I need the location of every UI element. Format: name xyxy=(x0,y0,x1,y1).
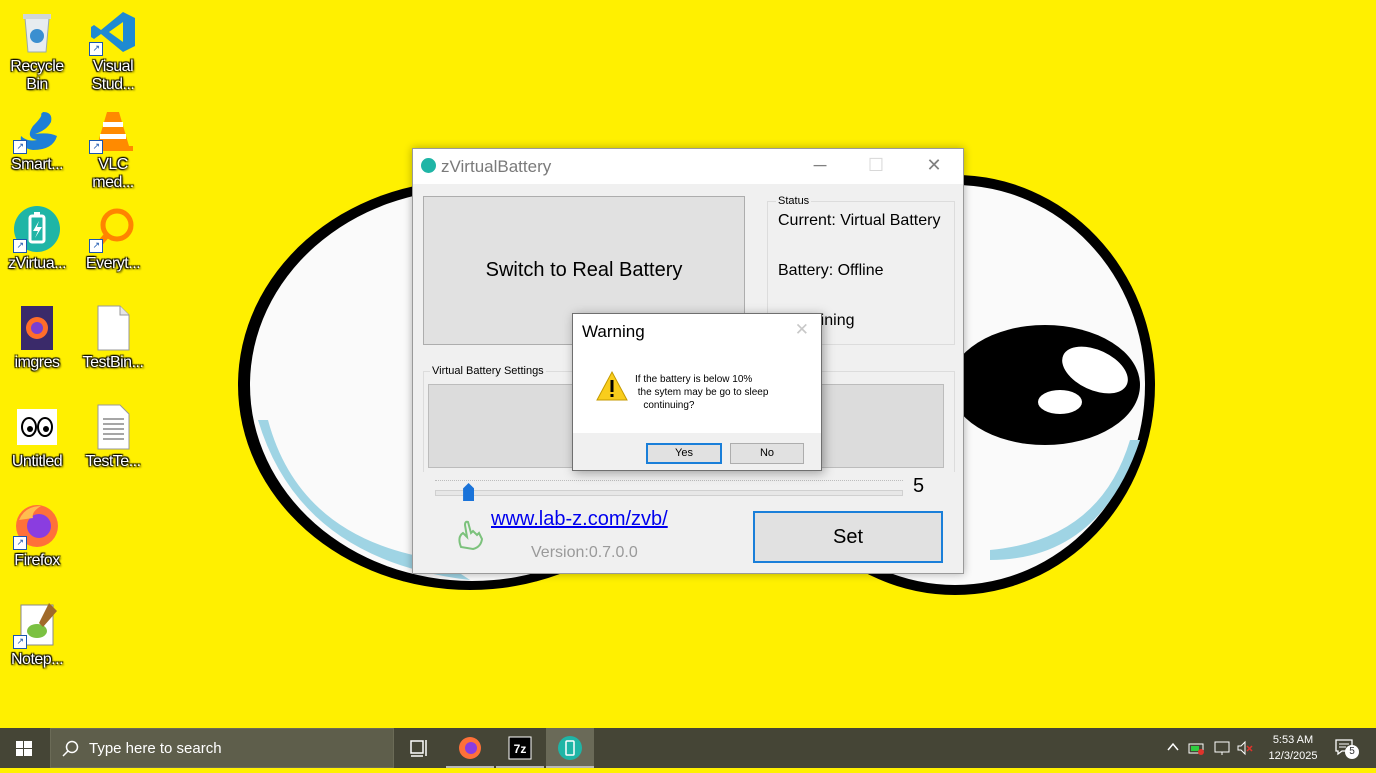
no-button[interactable]: No xyxy=(730,443,804,464)
dialog-message: If the battery is below 10% the sytem ma… xyxy=(635,374,769,411)
shortcut-arrow-icon: ↗ xyxy=(89,42,103,56)
switch-button-label: Switch to Real Battery xyxy=(485,259,683,281)
shortcut-arrow-icon: ↗ xyxy=(13,140,27,154)
slider-ticks xyxy=(435,480,903,482)
status-legend: Status xyxy=(776,195,812,207)
text-file-icon xyxy=(89,403,137,451)
desktop-icon-label: zVirtua... xyxy=(8,255,66,272)
desktop-icon-everything[interactable]: ↗ Everyt... xyxy=(78,205,148,273)
maximize-button[interactable]: ☐ xyxy=(853,149,899,184)
desktop-icon-label: TestTe... xyxy=(85,453,141,470)
set-button-label: Set xyxy=(832,525,864,548)
blank-file-icon xyxy=(89,304,137,352)
desktop-icon-label: Smart... xyxy=(10,156,64,173)
slider-thumb[interactable] xyxy=(463,483,475,501)
shortcut-arrow-icon: ↗ xyxy=(89,140,103,154)
battery-icon[interactable] xyxy=(1188,740,1206,756)
desktop-icon-smart[interactable]: ↗ Smart... xyxy=(2,106,72,174)
recycle-bin-icon xyxy=(13,8,61,56)
search-placeholder: Type here to search xyxy=(89,740,222,757)
volume-muted-icon[interactable] xyxy=(1236,740,1254,756)
shortcut-arrow-icon: ↗ xyxy=(13,239,27,253)
zvirtualbattery-icon xyxy=(558,736,582,760)
desktop-icon-label: Everyt... xyxy=(85,255,141,272)
status-current: Current: Virtual Battery xyxy=(778,212,941,229)
taskbar: Type here to search 7z 5:53 AM 12/3/2025… xyxy=(0,728,1376,768)
network-icon[interactable] xyxy=(1213,740,1231,756)
desktop-icon-imgres[interactable]: imgres xyxy=(2,304,72,372)
version-label: Version:0.7.0.0 xyxy=(531,544,638,561)
desktop-icon-firefox[interactable]: ↗ Firefox xyxy=(2,502,72,570)
battery-level-slider[interactable] xyxy=(435,490,903,496)
window-title: zVirtualBattery xyxy=(441,157,552,176)
desktop-icon-label: imgres xyxy=(14,354,60,371)
desktop-icon-notepad-plus[interactable]: ↗ Notep... xyxy=(2,601,72,669)
notification-count-badge: 5 xyxy=(1345,745,1359,759)
shortcut-arrow-icon: ↗ xyxy=(13,536,27,550)
windows-logo-icon xyxy=(16,741,32,756)
desktop-icon-label: Visual Stud... xyxy=(91,58,135,93)
desktop-icon-label: TestBin... xyxy=(82,354,144,371)
minimize-button[interactable]: ─ xyxy=(797,149,843,184)
desktop-icon-testbin[interactable]: TestBin... xyxy=(78,304,148,372)
hand-pointer-icon xyxy=(453,517,487,551)
desktop-icon-label: Recycle Bin xyxy=(10,58,64,93)
desktop-icon-label: Notep... xyxy=(10,651,64,668)
settings-legend: Virtual Battery Settings xyxy=(430,365,546,377)
taskbar-7zip[interactable]: 7z xyxy=(496,728,544,768)
desktop-icon-untitled[interactable]: Untitled xyxy=(2,403,72,471)
desktop-icon-testtext[interactable]: TestTe... xyxy=(78,403,148,471)
swan-icon: ↗ xyxy=(13,106,61,154)
firefox-icon: ↗ xyxy=(13,502,61,550)
everything-search-icon: ↗ xyxy=(89,205,137,253)
zvirtualbattery-icon: ↗ xyxy=(13,205,61,253)
taskbar-zvirtualbattery[interactable] xyxy=(546,728,594,768)
slider-value: 5 xyxy=(913,475,925,497)
yes-button[interactable]: Yes xyxy=(646,443,722,464)
desktop-icon-label: Firefox xyxy=(14,552,60,569)
taskbar-firefox[interactable] xyxy=(446,728,494,768)
app-icon xyxy=(421,158,436,173)
clock-time: 5:53 AM xyxy=(1272,734,1314,746)
search-box[interactable]: Type here to search xyxy=(50,728,394,768)
close-button[interactable]: ✕ xyxy=(911,149,957,184)
dialog-close-button[interactable]: ✕ xyxy=(795,320,809,340)
warning-dialog: Warning ✕ If the battery is below 10% th… xyxy=(572,313,822,471)
window-titlebar[interactable]: zVirtualBattery ─ ☐ ✕ xyxy=(413,149,963,184)
dialog-title: Warning xyxy=(582,322,645,341)
vlc-cone-icon: ↗ xyxy=(89,106,137,154)
firefox-file-icon xyxy=(13,304,61,352)
clock-date: 12/3/2025 xyxy=(1268,750,1318,762)
firefox-icon xyxy=(459,737,481,759)
task-view-button[interactable] xyxy=(396,728,444,768)
shortcut-arrow-icon: ↗ xyxy=(13,635,27,649)
desktop-icon-visual-studio[interactable]: ↗ Visual Stud... xyxy=(78,8,148,94)
vscode-icon: ↗ xyxy=(89,8,137,56)
search-icon xyxy=(62,740,79,757)
notepad-plus-icon: ↗ xyxy=(13,601,61,649)
clock[interactable]: 5:53 AM 12/3/2025 xyxy=(1262,732,1324,764)
dialog-button-bar: Yes No xyxy=(573,433,821,470)
desktop-icon-recycle-bin[interactable]: Recycle Bin xyxy=(2,8,72,94)
status-battery: Battery: Offline xyxy=(778,262,884,279)
desktop-icon-vlc[interactable]: ↗ VLC med... xyxy=(78,106,148,192)
website-link[interactable]: www.lab-z.com/zvb/ xyxy=(491,508,668,531)
7zip-icon: 7z xyxy=(508,736,532,760)
warning-icon xyxy=(595,370,629,402)
desktop-icon-zvirtualbattery[interactable]: ↗ zVirtua... xyxy=(2,205,72,273)
shortcut-arrow-icon: ↗ xyxy=(89,239,103,253)
task-view-icon xyxy=(410,740,427,757)
desktop-icon-label: VLC med... xyxy=(92,156,134,191)
desktop-icon-label: Untitled xyxy=(11,453,63,470)
start-button[interactable] xyxy=(0,728,48,768)
set-button[interactable]: Set xyxy=(753,511,943,563)
svg-text:7z: 7z xyxy=(514,742,527,756)
eyes-image-icon xyxy=(13,403,61,451)
chevron-up-icon[interactable] xyxy=(1166,740,1180,754)
